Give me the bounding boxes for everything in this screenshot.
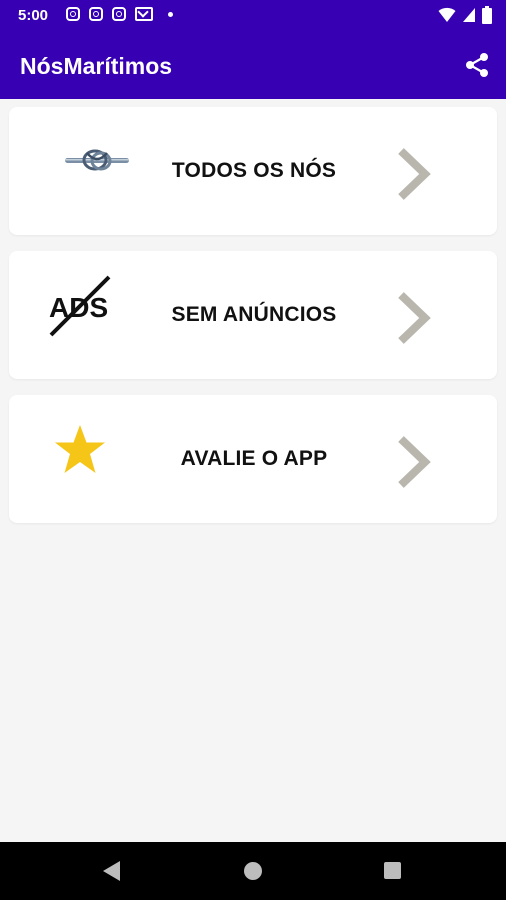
chevron-right-icon <box>398 436 431 488</box>
home-icon[interactable] <box>244 862 262 880</box>
menu-item-rate-app[interactable]: AVALIE O APP <box>9 395 497 523</box>
share-icon[interactable] <box>464 52 490 78</box>
star-icon <box>55 425 105 473</box>
menu-item-label: SEM ANÚNCIOS <box>171 303 337 326</box>
menu-item-label: TODOS OS NÓS <box>171 159 337 182</box>
signal-icon <box>463 8 475 22</box>
app-title: NósMarítimos <box>20 53 173 79</box>
status-time: 5:00 <box>18 7 49 24</box>
app-bar: NósMarítimos <box>0 32 506 99</box>
wifi-icon <box>438 7 456 22</box>
navigation-bar <box>0 842 506 900</box>
chevron-right-icon <box>398 292 431 344</box>
no-ads-icon: ADS <box>49 275 111 337</box>
status-bar: 5:00 <box>0 0 506 32</box>
mail-icon <box>135 7 153 21</box>
menu-item-all-knots[interactable]: TODOS OS NÓS <box>9 107 497 235</box>
chevron-right-icon <box>398 148 431 200</box>
recents-icon[interactable] <box>384 862 401 879</box>
notification-icons <box>66 7 173 21</box>
instagram-icon <box>66 7 80 21</box>
system-icons <box>438 6 492 24</box>
menu-item-label: AVALIE O APP <box>180 447 328 470</box>
dot-icon <box>168 11 173 17</box>
menu-item-no-ads[interactable]: ADS SEM ANÚNCIOS <box>9 251 497 379</box>
instagram-icon <box>112 7 126 21</box>
instagram-icon <box>89 7 103 21</box>
back-icon[interactable] <box>103 861 120 881</box>
battery-icon <box>482 6 492 24</box>
